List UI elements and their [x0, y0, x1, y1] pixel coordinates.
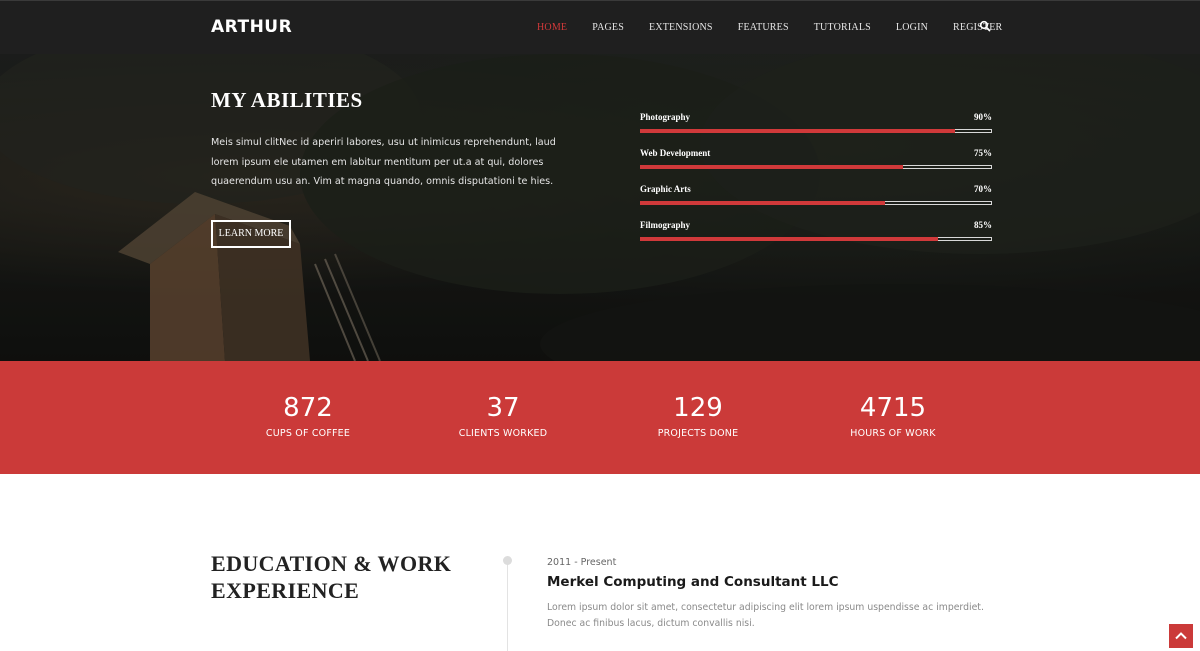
stat-number: 37 — [486, 393, 520, 423]
stat-clients-worked: 37 CLIENTS WORKED — [418, 391, 588, 439]
skill-percent: 75% — [974, 148, 992, 158]
skill-progress-fill — [640, 129, 955, 133]
nav-item-register[interactable]: REGISTER — [953, 22, 1002, 33]
search-icon[interactable] — [979, 20, 991, 32]
skill-percent: 70% — [974, 184, 992, 194]
skill-name: Filmography — [640, 220, 691, 230]
logo[interactable]: ARTHUR — [211, 17, 292, 37]
learn-more-button[interactable]: LEARN MORE — [211, 220, 291, 248]
experience-date: 2011 - Present — [547, 557, 617, 568]
skill-filmography: Filmography 85% — [640, 220, 992, 256]
top-navbar: ARTHUR HOME PAGES EXTENSIONS FEATURES TU… — [0, 0, 1200, 54]
skill-percent: 90% — [974, 112, 992, 122]
skill-name: Web Development — [640, 148, 711, 158]
stat-label: HOURS OF WORK — [850, 428, 936, 439]
skill-name: Photography — [640, 112, 691, 122]
nav-item-login[interactable]: LOGIN — [896, 22, 928, 33]
education-title: EDUCATION & WORK EXPERIENCE — [211, 551, 452, 603]
stat-label: CLIENTS WORKED — [458, 428, 548, 439]
timeline-dot — [503, 556, 512, 565]
stat-hours-of-work: 4715 HOURS OF WORK — [808, 391, 978, 439]
abilities-description: Meis simul clitNec id aperiri labores, u… — [211, 137, 556, 187]
skill-progress-track — [640, 201, 992, 205]
skill-progress-fill — [640, 165, 903, 169]
main-nav: HOME PAGES EXTENSIONS FEATURES TUTORIALS… — [537, 22, 1027, 33]
back-to-top-button[interactable] — [1169, 624, 1193, 648]
nav-item-features[interactable]: FEATURES — [738, 22, 789, 33]
stat-number: 129 — [673, 393, 723, 423]
nav-item-extensions[interactable]: EXTENSIONS — [649, 22, 713, 33]
skill-photography: Photography 90% — [640, 112, 992, 148]
skill-progress-fill — [640, 237, 938, 241]
skill-name: Graphic Arts — [640, 184, 691, 194]
chevron-up-icon — [1175, 632, 1187, 640]
hero-overlay — [0, 54, 1200, 361]
experience-company: Merkel Computing and Consultant LLC — [547, 574, 839, 590]
abilities-section: MY ABILITIES Meis simul clitNec id aperi… — [0, 54, 1200, 361]
nav-item-tutorials[interactable]: TUTORIALS — [814, 22, 871, 33]
experience-description: Lorem ipsum dolor sit amet, consectetur … — [547, 602, 984, 629]
stat-number: 872 — [283, 393, 333, 423]
stat-cups-of-coffee: 872 CUPS OF COFFEE — [223, 391, 393, 439]
skill-web-development: Web Development 75% — [640, 148, 992, 184]
abilities-title: MY ABILITIES — [211, 88, 363, 112]
nav-item-pages[interactable]: PAGES — [592, 22, 624, 33]
stats-section: 872 CUPS OF COFFEE 37 CLIENTS WORKED 129… — [0, 361, 1200, 474]
timeline-line — [507, 560, 508, 651]
skill-progress-track — [640, 129, 992, 133]
stat-projects-done: 129 PROJECTS DONE — [613, 391, 783, 439]
skill-percent: 85% — [974, 220, 992, 230]
nav-item-home[interactable]: HOME — [537, 22, 567, 33]
skill-progress-fill — [640, 201, 885, 205]
skill-progress-track — [640, 237, 992, 241]
skills-list: Photography 90% Web Development 75% Grap… — [640, 112, 992, 256]
skill-graphic-arts: Graphic Arts 70% — [640, 184, 992, 220]
stat-label: PROJECTS DONE — [657, 428, 739, 439]
stat-label: CUPS OF COFFEE — [265, 428, 351, 439]
skill-progress-track — [640, 165, 992, 169]
stat-number: 4715 — [859, 393, 927, 423]
